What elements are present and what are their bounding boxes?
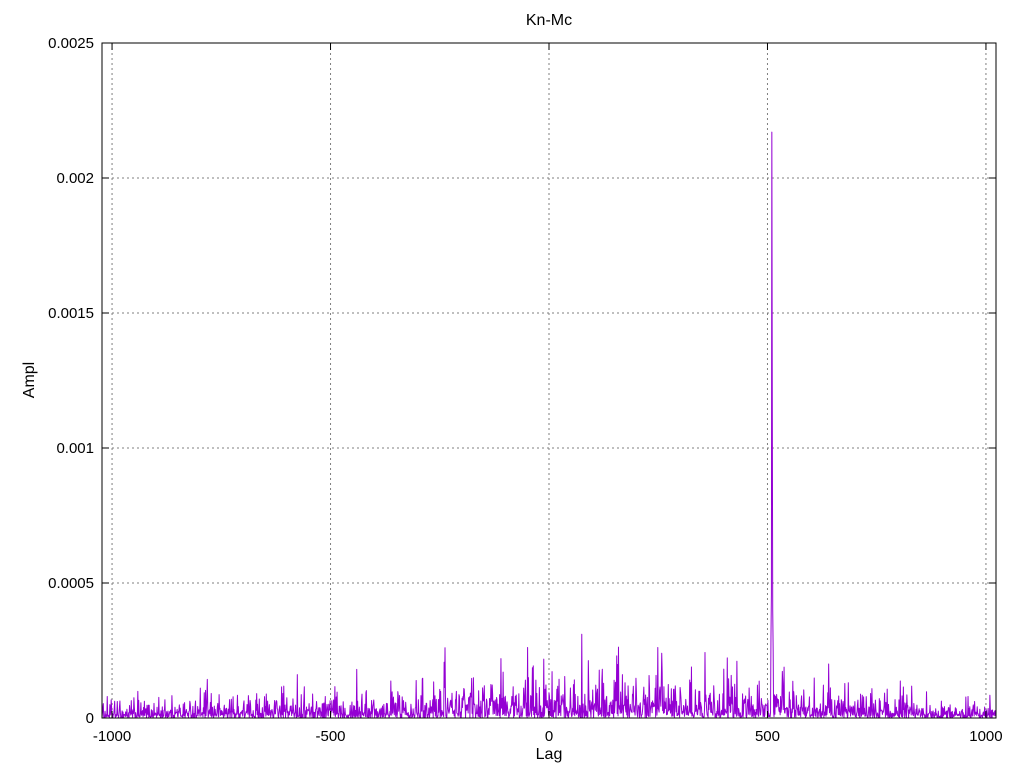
y-tick-label: 0.0015 xyxy=(48,305,94,322)
y-tick-label: 0.0005 xyxy=(48,575,94,592)
x-tick-label: -500 xyxy=(316,728,346,745)
y-tick-label: 0.002 xyxy=(56,170,94,187)
x-tick-label: 500 xyxy=(755,728,780,745)
x-tick-label: 0 xyxy=(545,728,553,745)
y-tick-label: 0.0025 xyxy=(48,35,94,52)
x-tick-label: -1000 xyxy=(93,728,131,745)
y-tick-label: 0.001 xyxy=(56,440,94,457)
correlation-chart: Kn-Mc Ampl Lag -1000 -500 0 500 1000 0 0.0005 0… xyxy=(0,0,1024,768)
x-tick-label: 1000 xyxy=(969,728,1002,745)
y-tick-label: 0 xyxy=(86,710,94,727)
plot-canvas: -1000 -500 0 500 1000 0 0.0005 0.001 0.0015 0.002… xyxy=(48,35,1003,745)
